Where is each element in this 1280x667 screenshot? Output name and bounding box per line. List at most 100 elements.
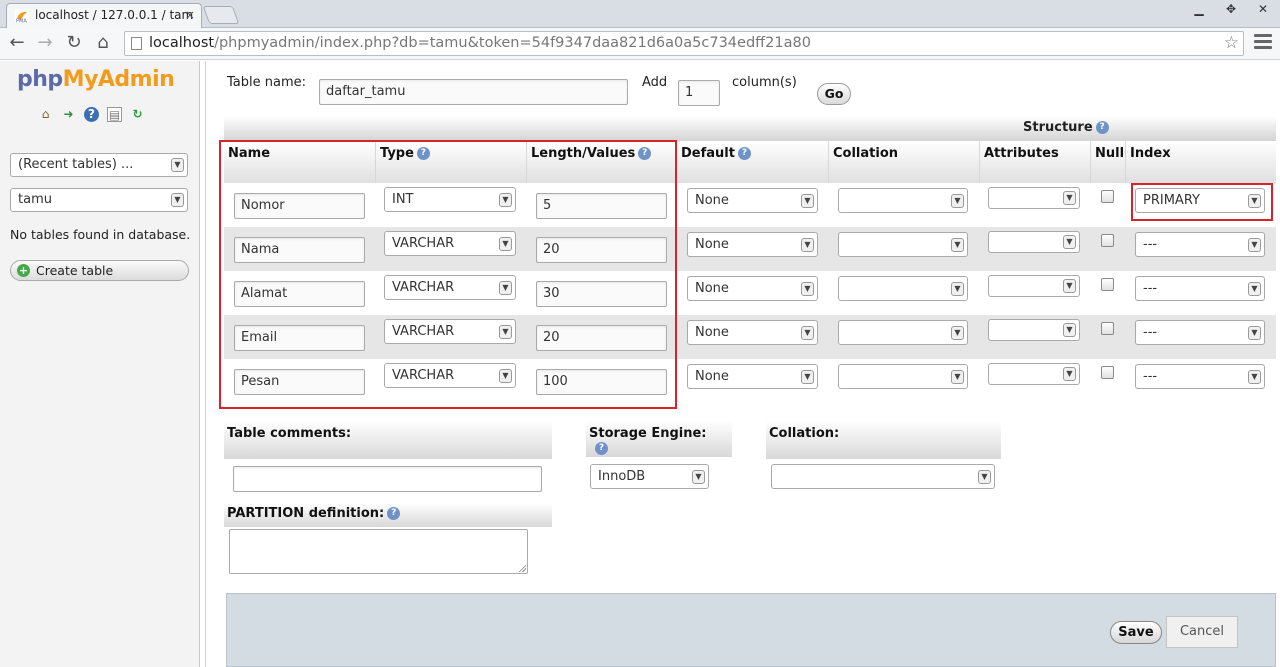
chevron-down-icon: ▼ bbox=[1248, 370, 1261, 384]
chevron-down-icon: ▼ bbox=[1063, 279, 1076, 293]
page-icon bbox=[131, 37, 142, 50]
url-host: localhost bbox=[149, 35, 215, 51]
phpmyadmin-favicon-icon: PMA bbox=[15, 9, 29, 23]
browser-toolbar: ← → ↻ ⌂ localhost/phpmyadmin/index.php?d… bbox=[0, 28, 1280, 60]
table-name-input[interactable]: daftar_tamu bbox=[319, 79, 628, 105]
column-index-value: --- bbox=[1143, 237, 1158, 252]
new-tab-button[interactable] bbox=[202, 6, 240, 24]
column-default-select[interactable]: None ▼ bbox=[687, 276, 818, 301]
back-arrow-icon[interactable]: ← bbox=[6, 32, 28, 53]
partition-definition-textarea[interactable] bbox=[229, 529, 528, 574]
column-default-select[interactable]: None ▼ bbox=[687, 232, 818, 257]
column-collation-select[interactable]: ▼ bbox=[838, 188, 968, 213]
table-comments-input[interactable] bbox=[233, 466, 542, 492]
chevron-down-icon: ▼ bbox=[951, 238, 964, 252]
column-collation-select[interactable]: ▼ bbox=[838, 320, 968, 345]
header-attributes: Attributes bbox=[980, 141, 1091, 183]
column-attributes-select[interactable]: ▼ bbox=[988, 275, 1080, 297]
structure-header: Structure? bbox=[224, 116, 1276, 141]
chevron-down-icon: ▼ bbox=[801, 326, 814, 340]
column-attributes-select[interactable]: ▼ bbox=[988, 363, 1080, 385]
storage-engine-value: InnoDB bbox=[598, 469, 646, 484]
no-tables-message: No tables found in database. bbox=[10, 227, 191, 242]
chevron-down-icon: ▼ bbox=[978, 470, 991, 484]
chevron-down-icon: ▼ bbox=[801, 370, 814, 384]
chevron-down-icon: ▼ bbox=[1248, 326, 1261, 340]
home-icon[interactable]: ⌂ bbox=[92, 32, 114, 53]
column-index-select[interactable]: --- ▼ bbox=[1135, 276, 1265, 301]
column-attributes-select[interactable]: ▼ bbox=[988, 319, 1080, 341]
column-index-value: --- bbox=[1143, 325, 1158, 340]
column-collation-select[interactable]: ▼ bbox=[838, 364, 968, 389]
column-default-select[interactable]: None ▼ bbox=[687, 364, 818, 389]
column-null-checkbox[interactable] bbox=[1101, 366, 1114, 379]
column-default-select[interactable]: None ▼ bbox=[687, 188, 818, 213]
help-icon[interactable]: ? bbox=[595, 442, 608, 455]
reload-icon[interactable]: ↻ bbox=[63, 32, 85, 53]
help-icon[interactable]: ? bbox=[1095, 121, 1109, 134]
plus-icon: + bbox=[17, 264, 30, 277]
column-null-checkbox[interactable] bbox=[1101, 278, 1114, 291]
tab-close-icon[interactable]: × bbox=[185, 4, 195, 26]
close-window-icon[interactable]: ✕ bbox=[1254, 2, 1272, 16]
column-index-select[interactable]: --- ▼ bbox=[1135, 320, 1265, 345]
maximize-icon[interactable]: ✥ bbox=[1222, 2, 1240, 16]
database-select[interactable]: tamu ▼ bbox=[10, 188, 188, 212]
column-index-select[interactable]: --- ▼ bbox=[1135, 232, 1265, 257]
chevron-down-icon: ▼ bbox=[951, 326, 964, 340]
help-icon[interactable]: ? bbox=[387, 507, 401, 520]
create-table-button[interactable]: + Create table bbox=[10, 260, 189, 281]
column-index-select[interactable]: --- ▼ bbox=[1135, 364, 1265, 389]
phpmyadmin-logo[interactable]: phpMyAdmin bbox=[17, 67, 175, 92]
column-index-value: --- bbox=[1143, 369, 1158, 384]
column-attributes-select[interactable]: ▼ bbox=[988, 187, 1080, 209]
chevron-down-icon: ▼ bbox=[1063, 235, 1076, 249]
header-default-label: Default bbox=[681, 146, 735, 161]
help-icon[interactable]: ? bbox=[737, 147, 751, 160]
resize-grip-icon[interactable] bbox=[518, 564, 526, 572]
navigation-panel: phpMyAdmin ⌂ ➜ ? ▤ ↻ (Recent tables) ...… bbox=[0, 61, 200, 667]
chevron-down-icon: ▼ bbox=[692, 470, 705, 484]
column-collation-select[interactable]: ▼ bbox=[838, 276, 968, 301]
storage-engine-select[interactable]: InnoDB ▼ bbox=[590, 464, 709, 489]
quick-icons: ⌂ ➜ ? ▤ ↻ bbox=[38, 107, 145, 122]
column-attributes-select[interactable]: ▼ bbox=[988, 231, 1080, 253]
column-default-value: None bbox=[695, 369, 729, 384]
documentation-icon[interactable]: ▤ bbox=[107, 107, 122, 122]
browser-menu-icon[interactable] bbox=[1254, 34, 1272, 52]
column-default-value: None bbox=[695, 281, 729, 296]
cancel-button[interactable]: Cancel bbox=[1166, 616, 1238, 648]
home-icon[interactable]: ⌂ bbox=[38, 107, 53, 122]
partition-label: PARTITION definition: bbox=[227, 506, 385, 521]
chevron-down-icon: ▼ bbox=[801, 238, 814, 252]
browser-tab[interactable]: PMA localhost / 127.0.0.1 / tam × bbox=[6, 3, 202, 28]
bookmark-star-icon[interactable]: ☆ bbox=[1224, 32, 1239, 55]
chevron-down-icon: ▼ bbox=[1248, 282, 1261, 296]
help-icon[interactable]: ? bbox=[84, 107, 99, 122]
reload-navigation-icon[interactable]: ↻ bbox=[130, 107, 145, 122]
chevron-down-icon: ▼ bbox=[951, 370, 964, 384]
tab-title: localhost / 127.0.0.1 / tam bbox=[35, 8, 194, 22]
table-comments-label: Table comments: bbox=[227, 426, 352, 441]
column-default-select[interactable]: None ▼ bbox=[687, 320, 818, 345]
address-bar[interactable]: localhost/phpmyadmin/index.php?db=tamu&t… bbox=[124, 31, 1244, 56]
header-null-label: Null bbox=[1095, 146, 1125, 161]
columns-label: column(s) bbox=[732, 75, 797, 90]
add-columns-input[interactable]: 1 bbox=[678, 80, 720, 106]
forward-arrow-icon[interactable]: → bbox=[34, 32, 56, 53]
column-null-checkbox[interactable] bbox=[1101, 322, 1114, 335]
column-collation-select[interactable]: ▼ bbox=[838, 232, 968, 257]
column-default-value: None bbox=[695, 193, 729, 208]
column-null-checkbox[interactable] bbox=[1101, 234, 1114, 247]
table-collation-select[interactable]: ▼ bbox=[771, 464, 995, 489]
chevron-down-icon: ▼ bbox=[801, 282, 814, 296]
logout-icon[interactable]: ➜ bbox=[61, 107, 76, 122]
save-button[interactable]: Save bbox=[1110, 621, 1162, 644]
chevron-down-icon: ▼ bbox=[171, 158, 184, 172]
column-null-checkbox[interactable] bbox=[1101, 190, 1114, 203]
go-button[interactable]: Go bbox=[817, 83, 851, 105]
chevron-down-icon: ▼ bbox=[1063, 367, 1076, 381]
structure-label: Structure bbox=[1023, 120, 1093, 135]
minimize-icon[interactable]: ▁ bbox=[1190, 2, 1208, 16]
recent-tables-select[interactable]: (Recent tables) ... ▼ bbox=[10, 153, 188, 177]
